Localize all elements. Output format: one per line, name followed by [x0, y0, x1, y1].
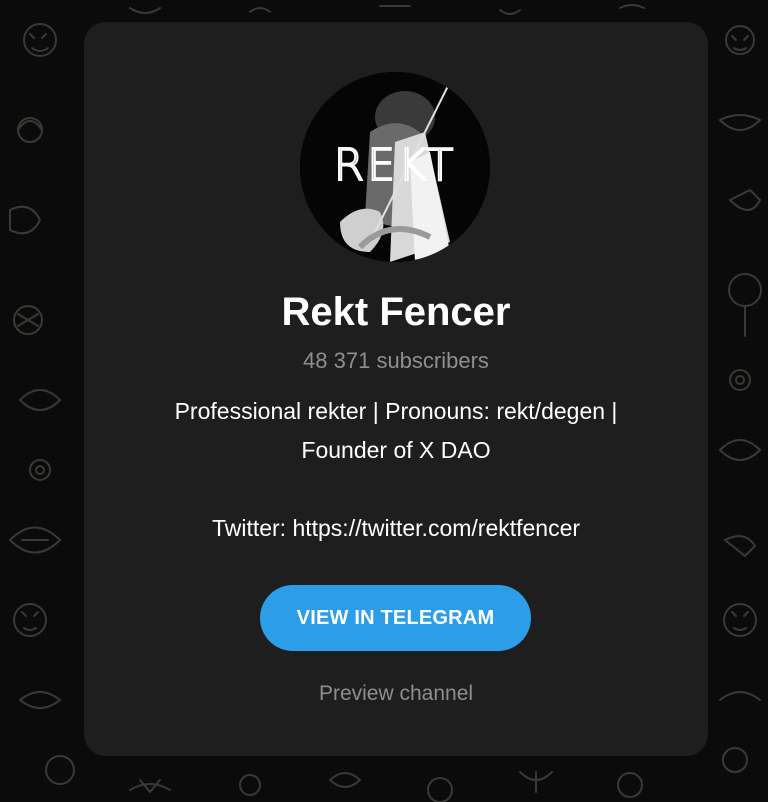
subscriber-count: 48 371 subscribers — [303, 348, 489, 373]
channel-title: Rekt Fencer — [281, 290, 511, 334]
description-line: Founder of X DAO — [301, 437, 491, 463]
description-spacer — [124, 470, 668, 509]
channel-avatar: REKT — [300, 72, 490, 262]
description-twitter-line[interactable]: Twitter: https://twitter.com/rektfencer — [124, 509, 668, 548]
preview-channel-link[interactable]: Preview channel — [84, 680, 708, 708]
channel-card: REKT Rekt Fencer 48 371 subscribers Prof… — [84, 22, 708, 756]
description-line: Professional rekter | Pronouns: rekt/deg… — [174, 398, 618, 424]
view-in-telegram-button[interactable]: VIEW IN TELEGRAM — [260, 585, 531, 651]
avatar-logo-text: REKT — [333, 139, 457, 192]
channel-description: Professional rekter | Pronouns: rekt/deg… — [124, 392, 668, 548]
